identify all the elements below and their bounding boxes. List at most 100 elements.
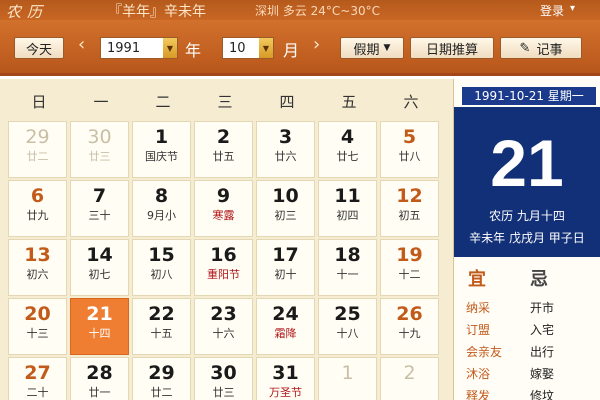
calendar-day[interactable]: 28 廿一 xyxy=(70,357,129,400)
lunar-label: 初七 xyxy=(88,268,111,281)
chevron-down-icon[interactable]: ▾ xyxy=(570,3,575,14)
calendar-day[interactable]: 7 三十 xyxy=(70,180,129,237)
prev-month-icon[interactable]: ‹ xyxy=(78,34,85,55)
holiday-button[interactable]: 假期 ▼ xyxy=(340,37,404,59)
calendar-day[interactable]: 15 初八 xyxy=(132,239,191,296)
calendar-day[interactable]: 14 初七 xyxy=(70,239,129,296)
calendar-day[interactable]: 24 霜降 xyxy=(256,298,315,355)
lunar-label: 国庆节 xyxy=(145,150,178,163)
calendar-day[interactable]: 2 xyxy=(380,357,439,400)
lunar-label: 初十 xyxy=(274,268,297,281)
calendar-day-today[interactable]: 21 十四 xyxy=(70,298,129,355)
calendar-day[interactable]: 16 重阳节 xyxy=(194,239,253,296)
ji-item: 入宅 xyxy=(530,323,555,337)
year-select[interactable]: 1991 ▼ xyxy=(100,37,178,59)
calendar-day[interactable]: 27 二十 xyxy=(8,357,67,400)
yi-item: 释发 xyxy=(466,389,491,400)
day-number: 17 xyxy=(272,244,299,266)
calendar-day[interactable]: 1 国庆节 xyxy=(132,121,191,178)
lunar-label: 初八 xyxy=(150,268,173,281)
day-number: 15 xyxy=(148,244,175,266)
calendar-day[interactable]: 2 廿五 xyxy=(194,121,253,178)
dropdown-arrow-icon[interactable]: ▼ xyxy=(259,38,273,58)
lunar-label: 十九 xyxy=(398,327,421,340)
calendar-day[interactable]: 29 廿二 xyxy=(132,357,191,400)
day-number: 31 xyxy=(272,362,299,384)
lunar-label: 廿三 xyxy=(88,150,111,163)
calendar-day[interactable]: 19 十二 xyxy=(380,239,439,296)
calendar-day[interactable]: 30 廿三 xyxy=(70,121,129,178)
yi-item: 沐浴 xyxy=(466,367,491,381)
day-number: 1 xyxy=(341,362,354,384)
calendar-day[interactable]: 10 初三 xyxy=(256,180,315,237)
calendar-day[interactable]: 25 十八 xyxy=(318,298,377,355)
calendar-day[interactable]: 18 十一 xyxy=(318,239,377,296)
calendar-day[interactable]: 31 万圣节 xyxy=(256,357,315,400)
calendar-day[interactable]: 4 廿七 xyxy=(318,121,377,178)
today-button[interactable]: 今天 xyxy=(14,37,64,59)
day-number: 26 xyxy=(396,303,423,325)
month-label: 月 xyxy=(283,41,300,60)
calendar-day[interactable]: 30 廿三 xyxy=(194,357,253,400)
lunar-label: 廿五 xyxy=(212,150,235,163)
lunar-label: 十六 xyxy=(212,327,235,340)
day-number: 16 xyxy=(210,244,237,266)
lunar-label: 十八 xyxy=(336,327,359,340)
login-link[interactable]: 登录 xyxy=(540,2,564,19)
notes-button-label: 记事 xyxy=(536,42,563,58)
calendar-day[interactable]: 17 初十 xyxy=(256,239,315,296)
day-number: 7 xyxy=(92,185,107,207)
lunar-label: 十三 xyxy=(26,327,49,340)
notes-button[interactable]: ✎ 记事 xyxy=(500,37,582,59)
toolbar: 今天 ‹ 1991 ▼ 年 10 ▼ 月 › 假期 ▼ 日期推算 ✎ 记事 xyxy=(0,20,600,76)
ganzhi-date: 辛未年 戊戌月 甲子日 xyxy=(469,231,585,245)
selected-day-card: 21 农历 九月十四 辛未年 戊戌月 甲子日 xyxy=(454,107,600,257)
lunar-date: 农历 九月十四 xyxy=(489,209,565,223)
next-month-icon[interactable]: › xyxy=(313,34,320,55)
chevron-down-icon: ▼ xyxy=(383,43,391,53)
lunar-label: 十五 xyxy=(150,327,173,340)
calendar-day[interactable]: 3 廿六 xyxy=(256,121,315,178)
day-number: 30 xyxy=(87,126,112,148)
calendar-day[interactable]: 9 寒露 xyxy=(194,180,253,237)
weekday-header: 日 一 二 三 四 五 六 xyxy=(0,79,454,121)
lunar-label: 重阳节 xyxy=(207,268,240,281)
holiday-button-label: 假期 xyxy=(353,42,380,58)
calendar-day[interactable]: 29 廿二 xyxy=(8,121,67,178)
day-number: 21 xyxy=(86,303,113,325)
edit-icon: ✎ xyxy=(519,40,531,56)
calendar-day[interactable]: 20 十三 xyxy=(8,298,67,355)
calendar-day[interactable]: 13 初六 xyxy=(8,239,67,296)
day-number: 22 xyxy=(148,303,175,325)
weekday-label: 三 xyxy=(217,93,233,111)
dropdown-arrow-icon[interactable]: ▼ xyxy=(163,38,177,58)
today-button-label: 今天 xyxy=(25,42,52,58)
ji-item: 开市 xyxy=(530,301,555,315)
date-calc-button[interactable]: 日期推算 xyxy=(410,37,494,59)
lunar-label: 廿七 xyxy=(336,150,359,163)
month-select[interactable]: 10 ▼ xyxy=(222,37,274,59)
lunar-label: 廿六 xyxy=(274,150,297,163)
calendar-day[interactable]: 1 xyxy=(318,357,377,400)
weather-info[interactable]: 深圳 多云 24°C~30°C xyxy=(255,2,380,19)
calendar-day[interactable]: 8 9月小 xyxy=(132,180,191,237)
day-number: 18 xyxy=(334,244,361,266)
day-number: 25 xyxy=(334,303,361,325)
calendar-day[interactable]: 23 十六 xyxy=(194,298,253,355)
weekday-label: 六 xyxy=(403,93,419,111)
calendar-day[interactable]: 5 廿八 xyxy=(380,121,439,178)
yi-heading: 宜 xyxy=(468,269,486,290)
zodiac-year: 『羊年』辛未年 xyxy=(108,4,206,20)
calendar-day[interactable]: 11 初四 xyxy=(318,180,377,237)
lunar-label: 初四 xyxy=(336,209,359,222)
lunar-label: 廿三 xyxy=(212,386,235,399)
app-title: 农历 xyxy=(6,3,49,21)
yi-item: 会亲友 xyxy=(466,345,503,359)
year-label: 年 xyxy=(185,41,202,60)
ji-heading: 忌 xyxy=(530,269,548,290)
calendar-day[interactable]: 6 廿九 xyxy=(8,180,67,237)
calendar-day[interactable]: 12 初五 xyxy=(380,180,439,237)
calendar-day[interactable]: 26 十九 xyxy=(380,298,439,355)
calendar-day[interactable]: 22 十五 xyxy=(132,298,191,355)
day-number: 11 xyxy=(334,185,361,207)
